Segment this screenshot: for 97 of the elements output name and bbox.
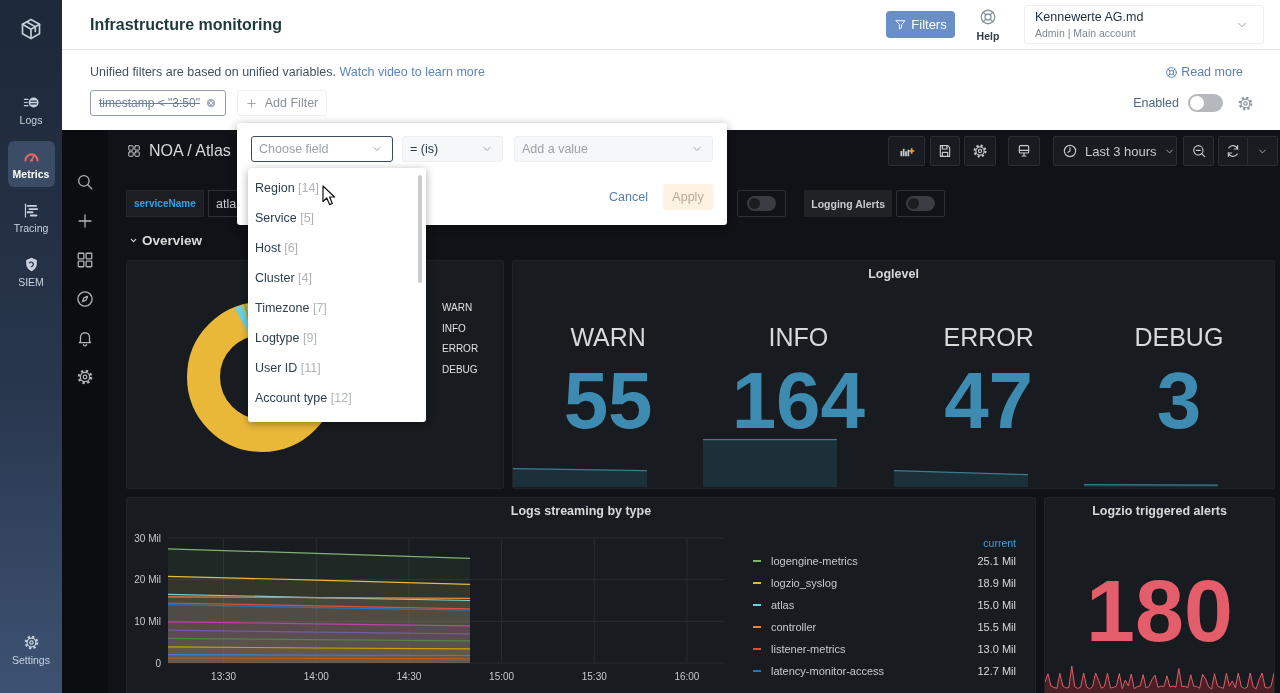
legend-label: DEBUG [442, 363, 479, 376]
settings-icon [972, 143, 988, 159]
operator-select[interactable]: = (is) [402, 136, 503, 162]
legend-value: 13.0 Mil [977, 643, 1016, 655]
settings-icon [22, 634, 40, 651]
legend-value: 25.1 Mil [977, 555, 1016, 567]
refresh-button[interactable] [1218, 136, 1248, 166]
lifebuoy-icon [979, 7, 997, 26]
legend-label: ERROR [442, 343, 479, 356]
nav-item[interactable]: Tracing [7, 195, 55, 241]
legend-label[interactable]: latency-monitor-access [771, 665, 885, 677]
account-selector[interactable]: Kennewerte AG.md Admin | Main account [1024, 5, 1264, 44]
legend-label: INFO [442, 322, 467, 335]
settings-nav-item[interactable]: Settings [7, 627, 55, 673]
legend-label[interactable]: atlas [771, 599, 795, 611]
dashboard-title[interactable]: NOA / Atlas [149, 142, 231, 160]
page-title: Infrastructure monitoring [90, 15, 283, 34]
plus-icon[interactable] [76, 212, 94, 230]
axis-tick-label: 20 Mil [134, 574, 161, 586]
stat-value: 55 [563, 365, 653, 437]
nav-item[interactable]: SIEM [7, 249, 55, 295]
monitor-icon [1016, 143, 1032, 159]
stat-label: INFO [768, 323, 829, 351]
axis-tick-label: 10 Mil [134, 615, 161, 627]
variable-label: Logging Alerts [804, 190, 892, 217]
field-option[interactable]: Region [14] [248, 173, 426, 203]
grid-icon[interactable] [76, 251, 94, 269]
panel-title: Logzio triggered alerts [1091, 503, 1228, 520]
plus-icon [245, 97, 257, 109]
settings-icon[interactable] [76, 368, 94, 386]
stat-value: 3 [1156, 365, 1202, 437]
toggle-switch[interactable] [747, 196, 777, 211]
stat-label: DEBUG [1134, 323, 1224, 351]
stat-label: WARN [570, 323, 646, 351]
axis-tick-label: 14:00 [303, 671, 329, 682]
legend-label[interactable]: logzio_syslog [771, 577, 838, 589]
cursor-icon [322, 185, 336, 206]
tv-mode-button[interactable] [1008, 136, 1040, 166]
filter-icon [894, 18, 908, 31]
axis-tick-label: 16:00 [674, 671, 700, 682]
save-icon [937, 143, 953, 159]
zoom-out-button[interactable] [1183, 136, 1214, 166]
settings-button[interactable] [964, 136, 996, 166]
watch-video-link[interactable]: Watch video to learn more [339, 65, 485, 79]
stat-value: 47 [944, 365, 1034, 437]
panel-title: Loglevel [867, 266, 920, 283]
read-more-link[interactable]: Read more [1165, 65, 1243, 79]
clock-icon [1062, 143, 1078, 159]
field-option[interactable]: Cluster [4] [248, 263, 426, 293]
bell-icon[interactable] [76, 329, 94, 347]
search-icon[interactable] [76, 173, 94, 191]
panel-title: Logs streaming by type [509, 503, 653, 520]
field-option[interactable]: Logtype [9] [248, 323, 426, 353]
axis-tick-label: 14:30 [396, 671, 422, 682]
field-option[interactable]: Service [5] [248, 203, 426, 233]
help-button[interactable]: Help [975, 7, 1001, 42]
cancel-button[interactable]: Cancel [609, 190, 648, 204]
scrollbar-thumb[interactable] [418, 175, 422, 283]
field-option[interactable]: Host [6] [248, 233, 426, 263]
legend-value: 15.5 Mil [977, 621, 1016, 633]
variable-label: serviceName [126, 190, 204, 217]
legend-value: 18.9 Mil [977, 577, 1016, 589]
compass-icon[interactable] [76, 290, 94, 308]
stat-value: 164 [731, 365, 866, 437]
refresh-icon [1225, 143, 1241, 159]
lifebuoy-icon [1165, 65, 1179, 79]
toggle-switch[interactable] [906, 196, 935, 211]
enabled-label: Enabled [1133, 96, 1179, 110]
field-option[interactable]: Timezone [7] [248, 293, 426, 323]
legend-label[interactable]: listener-metrics [771, 643, 846, 655]
save-button[interactable] [930, 136, 960, 166]
zoom-out-icon [1190, 143, 1207, 159]
grid-icon [127, 144, 141, 158]
axis-tick-label: 30 Mil [134, 532, 161, 544]
axis-tick-label: 15:00 [489, 671, 515, 682]
add-panel-button[interactable] [888, 136, 925, 166]
filters-info-text: Unified filters are based on unified variables. Watch video to learn more [90, 65, 485, 79]
stat-label: ERROR [943, 323, 1034, 351]
nav-item[interactable]: Metrics [7, 141, 55, 187]
row-title[interactable]: Overview [126, 233, 203, 248]
cube-logo-icon[interactable] [19, 17, 43, 41]
time-range-picker[interactable]: Last 3 hours [1053, 136, 1177, 166]
legend-value: 12.7 Mil [977, 665, 1016, 677]
toggle-switch[interactable] [1188, 94, 1223, 112]
legend-label: WARN [442, 302, 474, 315]
legend-header: current [982, 536, 1016, 550]
legend-value: 15.0 Mil [977, 599, 1016, 611]
axis-tick-label: 13:30 [211, 671, 237, 682]
legend-label[interactable]: controller [771, 621, 817, 633]
axis-tick-label: 15:30 [581, 671, 607, 682]
field-option[interactable]: User ID [11] [248, 353, 426, 383]
waterfall-icon [22, 202, 40, 219]
stat-value: 180 [1086, 566, 1233, 656]
axis-tick-label: 0 [155, 657, 161, 669]
legend-label[interactable]: logengine-metrics [771, 555, 858, 567]
nav-item[interactable]: Logs [7, 87, 55, 133]
field-option[interactable]: Account type [12] [248, 383, 426, 413]
